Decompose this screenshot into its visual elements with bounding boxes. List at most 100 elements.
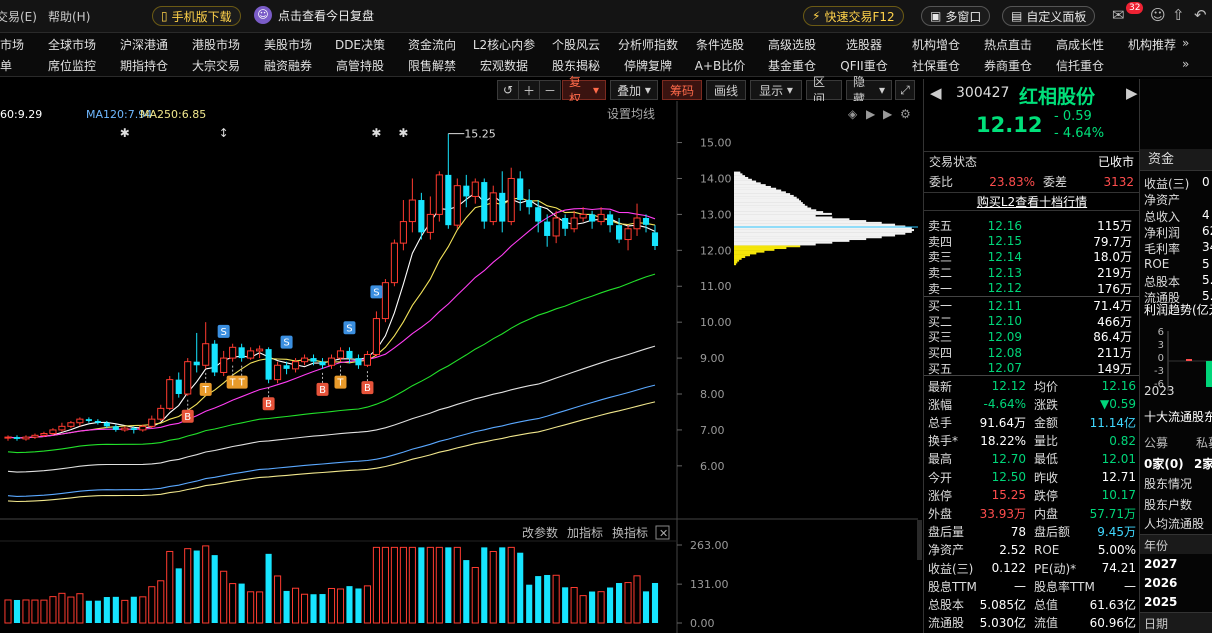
mobile-download-button[interactable]: ▯ 手机版下载 bbox=[152, 6, 241, 26]
today-review-link[interactable]: ☺ 点击查看今日复盘 bbox=[254, 6, 374, 24]
overlay-button[interactable]: 叠加 ▾ bbox=[610, 80, 658, 100]
custom-layout-button[interactable]: ▤ 自定义面板 bbox=[1002, 6, 1096, 26]
hide-button[interactable]: 隐藏 ▾ bbox=[846, 75, 892, 106]
zoom-in-icon[interactable]: ＋ bbox=[518, 80, 540, 100]
menu-item[interactable]: 机构推荐 bbox=[1116, 36, 1188, 53]
kline-chart[interactable]: 15.25BTT TBBT BSSSS✱ ↕ ✱ ✱ 15.0014.0013.0012.… bbox=[0, 101, 918, 633]
menu-item[interactable]: QFII重仓 bbox=[828, 57, 900, 74]
candle-body bbox=[157, 407, 165, 420]
menu-item[interactable]: DDE决策 bbox=[324, 36, 396, 53]
menu-help[interactable]: 帮助(H) bbox=[48, 8, 90, 25]
up-arrow-icon[interactable]: ⇧ bbox=[1172, 6, 1185, 24]
holder-info[interactable]: 股东情况 bbox=[1144, 475, 1192, 492]
menu-item[interactable]: 基金重仓 bbox=[756, 57, 828, 74]
menu-item[interactable]: 期指持仓 bbox=[108, 57, 180, 74]
more-chevron-icon[interactable]: » bbox=[1182, 57, 1189, 71]
menu-item[interactable]: 大宗交易 bbox=[180, 57, 252, 74]
chip-bar bbox=[734, 193, 791, 196]
menu-item[interactable]: 市场 bbox=[0, 36, 36, 53]
chip-bar bbox=[734, 200, 802, 203]
menu-item[interactable]: 宏观数据 bbox=[468, 57, 540, 74]
chip-bar bbox=[734, 184, 766, 187]
menu-item[interactable]: 席位监控 bbox=[36, 57, 108, 74]
candle-body bbox=[103, 422, 110, 427]
zoom-out-icon[interactable]: － bbox=[539, 80, 561, 100]
multi-window-button[interactable]: ▣ 多窗口 bbox=[921, 6, 991, 26]
user-icon[interactable]: ☺ bbox=[1150, 6, 1166, 24]
menu-item[interactable]: 限售解禁 bbox=[396, 57, 468, 74]
menu-item[interactable]: 选股器 bbox=[828, 36, 900, 53]
menu-item[interactable]: A+B比价 bbox=[684, 57, 756, 74]
candle-body bbox=[139, 425, 147, 431]
panel-collapse-handle[interactable] bbox=[917, 520, 922, 560]
more-chevron-icon[interactable]: » bbox=[1182, 36, 1189, 50]
bid-row[interactable]: 买二 12.10 466万 bbox=[928, 314, 1138, 330]
menu-item[interactable]: 股东揭秘 bbox=[540, 57, 612, 74]
candle-body bbox=[445, 174, 452, 226]
menu-item[interactable]: 全球市场 bbox=[36, 36, 108, 53]
custom-layout-label: 自定义面板 bbox=[1026, 9, 1087, 24]
bid-row[interactable]: 买五 12.07 149万 bbox=[928, 360, 1138, 376]
ask-row[interactable]: 卖一 12.12 176万 bbox=[928, 280, 1138, 296]
candle-body bbox=[130, 428, 137, 430]
prev-stock-icon[interactable]: ◀ bbox=[930, 84, 942, 102]
mail-icon[interactable]: ✉ bbox=[1112, 6, 1125, 24]
menu-item[interactable]: 单 bbox=[0, 57, 36, 74]
menu-trade[interactable]: 交易(E) bbox=[0, 8, 37, 25]
menu-item[interactable]: 条件选股 bbox=[684, 36, 756, 53]
holder-count[interactable]: 股东户数 bbox=[1144, 496, 1192, 513]
candle-body bbox=[265, 349, 272, 380]
chip-bar bbox=[734, 243, 816, 246]
chips-button[interactable]: 筹码 bbox=[662, 80, 702, 100]
top10-holders[interactable]: 十大流通股东 bbox=[1144, 408, 1212, 425]
volume-bar bbox=[642, 591, 650, 623]
menu-item[interactable]: 分析师指数 bbox=[612, 36, 684, 53]
bid-row[interactable]: 买一 12.11 71.4万 bbox=[928, 298, 1138, 314]
menu-item[interactable]: 券商重仓 bbox=[972, 57, 1044, 74]
volume-tick-label: 131.00 bbox=[690, 578, 729, 591]
avg-float[interactable]: 人均流通股 bbox=[1144, 515, 1204, 532]
bid-row[interactable]: 买四 12.08 211万 bbox=[928, 345, 1138, 361]
robot-icon: ☺ bbox=[254, 6, 272, 24]
menu-item[interactable]: 美股市场 bbox=[252, 36, 324, 53]
menu-item[interactable]: 港股市场 bbox=[180, 36, 252, 53]
menu-item[interactable]: 资金流向 bbox=[396, 36, 468, 53]
chip-bar bbox=[734, 232, 906, 235]
menu-item[interactable]: 社保重仓 bbox=[900, 57, 972, 74]
buy-l2-link[interactable]: 购买L2查看十档行情 bbox=[977, 193, 1087, 210]
adjust-button[interactable]: 复权 ▾ bbox=[562, 75, 606, 106]
candle-body bbox=[211, 343, 218, 373]
restore-icon[interactable]: ↺ bbox=[497, 80, 519, 100]
chart-tool-icon: ⚙ bbox=[900, 107, 911, 121]
menu-item[interactable]: 热点直击 bbox=[972, 36, 1044, 53]
candle-body bbox=[67, 422, 75, 427]
chip-bar bbox=[734, 248, 775, 251]
event-star-icon: ↕ bbox=[219, 126, 229, 140]
next-stock-icon[interactable]: ▶ bbox=[1126, 84, 1138, 102]
menu-item[interactable]: 信托重仓 bbox=[1044, 57, 1116, 74]
ask-row[interactable]: 卖二 12.13 219万 bbox=[928, 265, 1138, 281]
bid-row[interactable]: 买三 12.09 86.4万 bbox=[928, 329, 1138, 345]
quick-trade-button[interactable]: ⚡ 快速交易F12 bbox=[803, 6, 904, 26]
quote-stat: 收益(三) 0.122 bbox=[928, 559, 1026, 577]
menu-item[interactable]: 高成长性 bbox=[1044, 36, 1116, 53]
menu-item[interactable]: 沪深港通 bbox=[108, 36, 180, 53]
chart-tool-icon: ▶ bbox=[883, 107, 893, 121]
menu-item[interactable]: 高管持股 bbox=[324, 57, 396, 74]
interval-button[interactable]: 区间 bbox=[806, 75, 842, 106]
menu-item[interactable]: 个股风云 bbox=[540, 36, 612, 53]
fullscreen-icon[interactable]: ⤢ bbox=[895, 80, 915, 100]
menu-item[interactable]: 机构增仓 bbox=[900, 36, 972, 53]
menu-item[interactable]: 融资融券 bbox=[252, 57, 324, 74]
back-icon[interactable]: ↶ bbox=[1194, 6, 1207, 24]
ask-row[interactable]: 卖四 12.15 79.7万 bbox=[928, 234, 1138, 250]
display-button[interactable]: 显示 ▾ bbox=[750, 80, 802, 100]
ask-row[interactable]: 卖三 12.14 18.0万 bbox=[928, 249, 1138, 265]
menu-item[interactable]: 停牌复牌 bbox=[612, 57, 684, 74]
draw-line-button[interactable]: 画线 bbox=[706, 80, 746, 100]
ask-row[interactable]: 卖五 12.16 115万 bbox=[928, 218, 1138, 234]
menu-item[interactable]: 高级选股 bbox=[756, 36, 828, 53]
funds-tab[interactable]: 资金 bbox=[1140, 149, 1212, 171]
candle bbox=[166, 376, 174, 411]
menu-item[interactable]: L2核心内参 bbox=[468, 36, 540, 53]
